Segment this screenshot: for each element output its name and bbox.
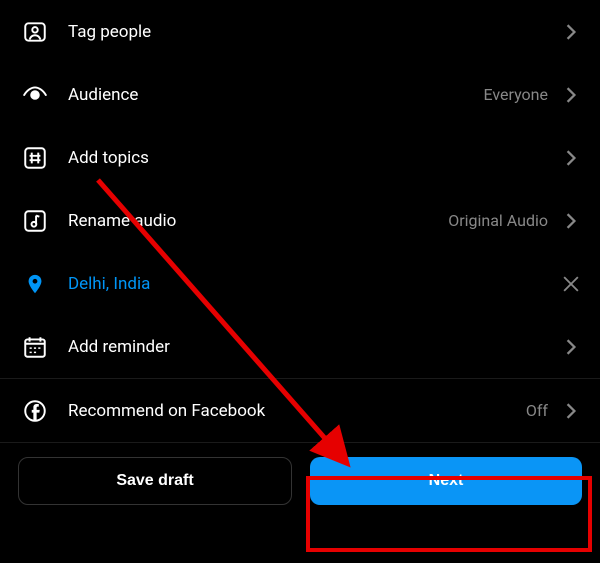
location-pin-icon xyxy=(20,269,50,299)
add-reminder-row[interactable]: Add reminder xyxy=(0,315,600,378)
chevron-right-icon xyxy=(562,338,580,356)
tag-people-icon xyxy=(20,17,50,47)
tag-people-row[interactable]: Tag people xyxy=(0,0,600,63)
audio-icon xyxy=(20,206,50,236)
facebook-icon xyxy=(20,396,50,426)
tag-people-label: Tag people xyxy=(68,22,562,42)
audience-icon xyxy=(20,80,50,110)
location-row[interactable]: Delhi, India xyxy=(0,252,600,315)
footer-buttons: Save draft Next xyxy=(0,442,600,519)
clear-location-button[interactable] xyxy=(562,275,580,293)
rename-audio-row[interactable]: Rename audio Original Audio xyxy=(0,189,600,252)
location-label: Delhi, India xyxy=(68,274,562,294)
rename-audio-label: Rename audio xyxy=(68,211,448,231)
add-topics-row[interactable]: Add topics xyxy=(0,126,600,189)
rename-audio-value: Original Audio xyxy=(448,211,548,230)
recommend-facebook-label: Recommend on Facebook xyxy=(68,401,526,421)
audience-row[interactable]: Audience Everyone xyxy=(0,63,600,126)
audience-label: Audience xyxy=(68,85,484,105)
recommend-facebook-row[interactable]: Recommend on Facebook Off xyxy=(0,379,600,442)
add-topics-label: Add topics xyxy=(68,148,562,168)
chevron-right-icon xyxy=(562,212,580,230)
chevron-right-icon xyxy=(562,149,580,167)
audience-value: Everyone xyxy=(484,85,548,104)
hashtag-icon xyxy=(20,143,50,173)
options-list: Tag people Audience Everyone Add topics xyxy=(0,0,600,442)
recommend-facebook-value: Off xyxy=(526,401,548,420)
chevron-right-icon xyxy=(562,23,580,41)
chevron-right-icon xyxy=(562,402,580,420)
chevron-right-icon xyxy=(562,86,580,104)
add-reminder-label: Add reminder xyxy=(68,337,562,357)
calendar-icon xyxy=(20,332,50,362)
save-draft-button[interactable]: Save draft xyxy=(18,457,292,505)
next-button[interactable]: Next xyxy=(310,457,582,505)
